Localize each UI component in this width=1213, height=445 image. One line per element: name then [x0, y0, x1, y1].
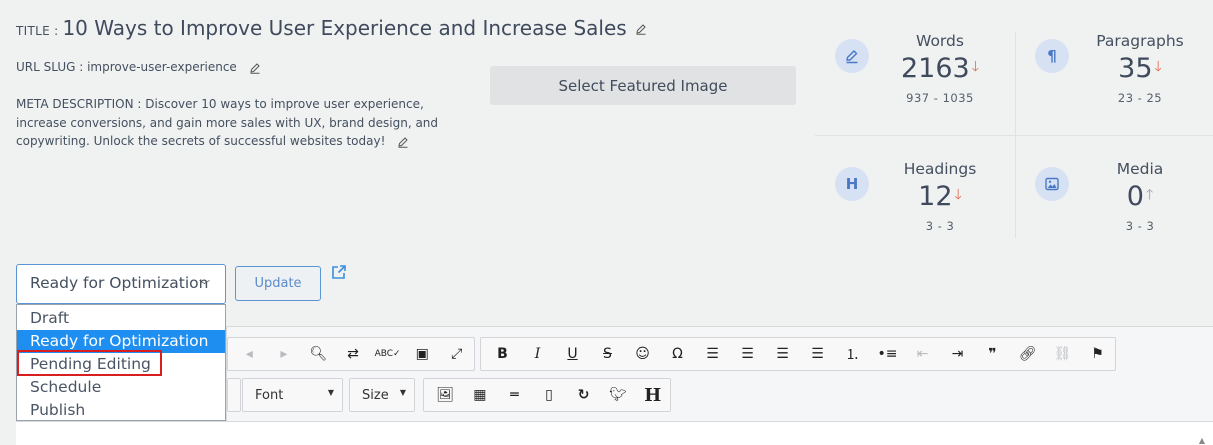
- special-char-icon[interactable]: Ω: [660, 346, 695, 362]
- font-combo[interactable]: Font ▼: [242, 378, 343, 412]
- stat-media: Media 0 🡑 3 - 3: [1015, 160, 1213, 262]
- stat-value: 12 🡓: [918, 181, 962, 212]
- status-selected-value: Ready for Optimization: [30, 274, 209, 292]
- unlink-icon[interactable]: ⛓: [1045, 346, 1080, 362]
- image-icon: [1035, 167, 1069, 201]
- outdent-icon[interactable]: ⇤: [905, 346, 940, 362]
- select-featured-image-button[interactable]: Select Featured Image: [490, 66, 796, 105]
- spellcheck-icon[interactable]: ABC✓: [370, 349, 405, 359]
- refresh-icon[interactable]: ↻: [566, 387, 601, 403]
- stat-label: Paragraphs: [1096, 32, 1184, 50]
- slug-row: URL SLUG : improve-user-experience: [16, 60, 261, 74]
- pencil-icon: [835, 39, 869, 73]
- justify-icon[interactable]: ☰: [800, 346, 835, 362]
- stat-paragraphs: ¶ Paragraphs 35 🡓 23 - 25: [1015, 32, 1213, 134]
- stat-label: Words: [916, 32, 964, 50]
- blockquote-icon[interactable]: ❞: [975, 346, 1010, 362]
- content-stats-panel: Words 2163 🡓 937 - 1035 ¶ Paragraphs 35 🡓 …: [815, 32, 1213, 242]
- image-icon[interactable]: 🖼︎: [428, 387, 463, 403]
- italic-icon[interactable]: I: [520, 346, 555, 362]
- emoji-icon[interactable]: ☺: [625, 346, 660, 362]
- indent-icon[interactable]: ⇥: [940, 346, 975, 362]
- bold-icon[interactable]: B: [485, 346, 520, 362]
- stat-range: 3 - 3: [925, 219, 955, 233]
- stat-headings: H Headings 12 🡓 3 - 3: [815, 160, 1014, 262]
- status-option-draft[interactable]: Draft: [17, 307, 225, 330]
- caret-down-icon: ▼: [399, 388, 406, 397]
- stat-value: 0 🡑: [1126, 181, 1154, 212]
- arrow-up-icon: 🡑: [1145, 187, 1154, 203]
- size-combo-label: Size: [362, 388, 389, 403]
- stat-value: 2163 🡓: [901, 53, 979, 84]
- table-icon[interactable]: ▦: [463, 387, 498, 403]
- stat-range: 3 - 3: [1125, 219, 1155, 233]
- bulleted-list-icon[interactable]: •≡: [870, 346, 905, 362]
- anchor-flag-icon[interactable]: ⚑: [1080, 346, 1115, 362]
- arrow-down-icon: 🡓: [1154, 59, 1162, 75]
- slug-label: URL SLUG :: [16, 60, 84, 74]
- slug-value: improve-user-experience: [87, 60, 237, 74]
- highlight-box: [17, 350, 162, 376]
- underline-icon[interactable]: U: [555, 346, 590, 362]
- find-icon[interactable]: 🔍︎: [301, 346, 336, 362]
- editor-content-area[interactable]: [16, 421, 1213, 445]
- stat-value: 35 🡓: [1118, 53, 1162, 84]
- stat-words: Words 2163 🡓 937 - 1035: [815, 32, 1014, 134]
- heading-icon: H: [835, 167, 869, 201]
- arrow-down-icon: 🡓: [971, 59, 979, 75]
- twitter-icon[interactable]: 🐦︎: [601, 387, 636, 403]
- select-all-icon[interactable]: ▣: [405, 346, 440, 362]
- status-option-publish[interactable]: Publish: [17, 399, 225, 422]
- undo-arrow-icon[interactable]: ◂: [232, 346, 267, 362]
- chevron-down-icon: ﹀: [199, 279, 210, 292]
- edit-meta-icon[interactable]: [397, 136, 409, 148]
- size-combo[interactable]: Size ▼: [349, 378, 415, 412]
- edit-title-icon[interactable]: [635, 23, 647, 35]
- stats-divider-horizontal: [815, 135, 1213, 136]
- strikethrough-icon[interactable]: S: [590, 346, 625, 362]
- stat-range: 937 - 1035: [906, 91, 974, 105]
- status-select[interactable]: Ready for Optimization ﹀: [16, 264, 226, 304]
- edit-slug-icon[interactable]: [249, 62, 261, 74]
- stat-range: 23 - 25: [1117, 91, 1163, 105]
- update-button[interactable]: Update: [235, 266, 321, 301]
- align-center-icon[interactable]: ☰: [730, 346, 765, 362]
- format-combo-partial[interactable]: [227, 378, 241, 412]
- page-break-icon[interactable]: ▯: [532, 387, 567, 403]
- meta-label: META DESCRIPTION :: [16, 97, 142, 111]
- font-combo-label: Font: [255, 388, 284, 403]
- horizontal-line-icon[interactable]: ═: [497, 387, 532, 403]
- maximize-icon[interactable]: ⤢: [439, 346, 474, 362]
- meta-description: META DESCRIPTION : Discover 10 ways to i…: [16, 95, 456, 151]
- title-row: TITLE : 10 Ways to Improve User Experien…: [16, 16, 647, 40]
- stat-label: Headings: [903, 160, 977, 178]
- toolbar-group-tools: ◂ ▸ 🔍︎ ⇄ ABC✓ ▣ ⤢: [227, 337, 475, 371]
- arrow-down-icon: 🡓: [954, 187, 962, 203]
- scroll-up-icon[interactable]: ▲: [1199, 436, 1205, 445]
- status-option-schedule[interactable]: Schedule: [17, 376, 225, 399]
- toolbar-group-format: B I U S ☺ Ω ☰ ☰ ☰ ☰ ⒈ •≡ ⇤ ⇥ ❞ 🔗︎ ⛓ ⚑: [480, 337, 1116, 371]
- redo-arrow-icon[interactable]: ▸: [267, 346, 302, 362]
- paragraph-icon: ¶: [1035, 39, 1069, 73]
- heading-icon[interactable]: H: [635, 385, 670, 406]
- replace-icon[interactable]: ⇄: [336, 346, 371, 362]
- link-icon[interactable]: 🔗︎: [1010, 346, 1045, 362]
- toolbar-group-insert: 🖼︎ ▦ ═ ▯ ↻ 🐦︎ H: [423, 378, 671, 412]
- post-title: 10 Ways to Improve User Experience and I…: [62, 16, 627, 40]
- align-right-icon[interactable]: ☰: [765, 346, 800, 362]
- stat-label: Media: [1116, 160, 1164, 178]
- align-left-icon[interactable]: ☰: [695, 346, 730, 362]
- title-label: TITLE :: [16, 24, 59, 38]
- caret-down-icon: ▼: [327, 388, 334, 397]
- numbered-list-icon[interactable]: ⒈: [835, 344, 870, 364]
- external-link-icon[interactable]: [331, 264, 347, 280]
